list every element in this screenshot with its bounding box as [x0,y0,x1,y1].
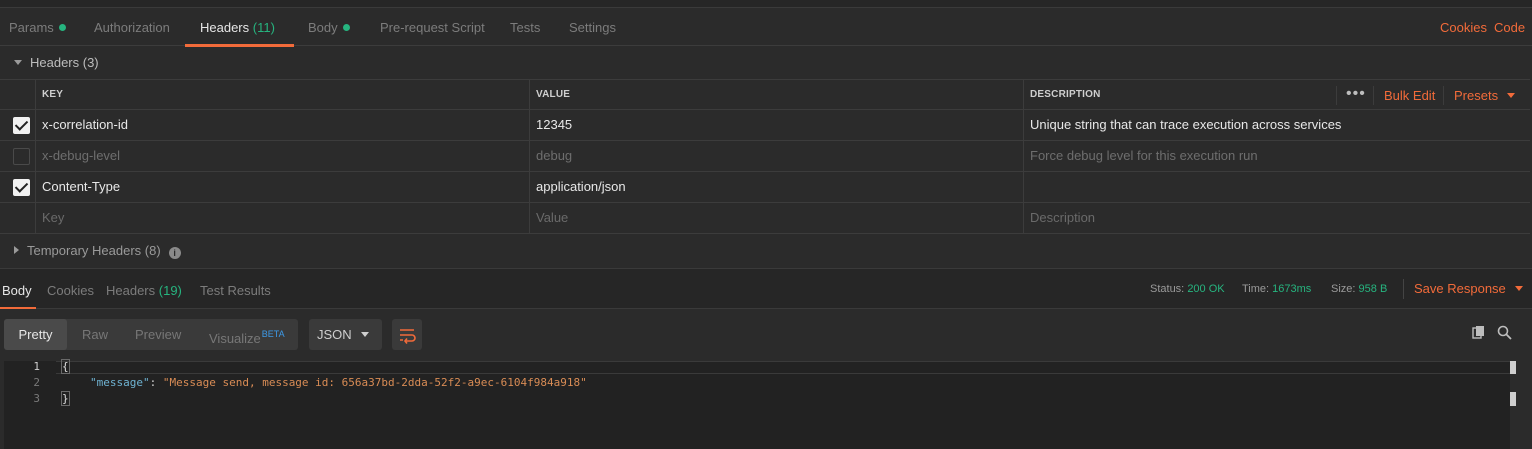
header-key-cell[interactable]: x-debug-level [35,141,529,171]
line-number: 3 [33,392,40,405]
response-body-editor[interactable]: 1 2 3 { "message": "Message send, messag… [4,359,1510,449]
header-value-cell[interactable]: application/json [529,172,1023,202]
expand-right-icon [14,246,19,254]
view-mode-selector: Pretty Raw Preview VisualizeBETA [4,319,298,350]
header-checkbox[interactable] [13,179,30,196]
time-readout: Time: 1673ms [1242,283,1312,295]
line-gutter: 1 2 3 [4,360,56,449]
new-value-input[interactable]: Value [529,203,1023,233]
wrap-lines-icon [400,329,416,344]
current-line-highlight [56,361,1510,374]
code-line: } [61,391,70,407]
save-response-dropdown[interactable]: Save Response [1414,269,1523,309]
new-header-row: Key Value Description [0,203,1530,234]
table-row: x-correlation-id 12345 Unique string tha… [0,110,1530,141]
header-description-cell[interactable]: Unique string that can trace execution a… [1023,110,1530,140]
wrap-lines-button[interactable] [392,319,422,350]
table-row: x-debug-level debug Force debug level fo… [0,141,1530,172]
tab-params[interactable]: Params [9,8,66,46]
line-number: 2 [33,376,40,389]
params-dot-indicator [58,24,66,31]
new-description-input[interactable]: Description [1023,203,1530,233]
search-icon[interactable] [1497,325,1512,340]
top-strip [0,0,1532,8]
info-icon[interactable]: i [168,247,181,259]
code-line: "message": "Message send, message id: 65… [90,375,587,391]
scrollbar-marker [1510,392,1516,406]
tab-response-headers[interactable]: Headers (19) [106,269,182,309]
scrollbar-marker [1510,361,1516,374]
json-key: "message" [90,376,150,389]
request-tabs: Params Authorization Headers (11) Body P… [0,8,1532,47]
tab-test-results[interactable]: Test Results [200,269,271,309]
json-string-value: "Message send, message id: 656a37bd-2dda… [162,376,587,389]
open-brace: { [61,359,70,374]
code-link[interactable]: Code [1494,8,1525,46]
headers-section-toggle[interactable]: Headers (3) [14,46,99,79]
table-header-row: KEY VALUE DESCRIPTION ••• Bulk Edit Pres… [0,79,1530,110]
table-row: Content-Type application/json [0,172,1530,203]
tab-authorization[interactable]: Authorization [94,8,170,46]
column-key: KEY [35,80,529,110]
view-pretty-button[interactable]: Pretty [4,319,67,350]
view-raw-button[interactable]: Raw [82,319,108,350]
column-value: VALUE [529,80,1023,110]
header-checkbox[interactable] [13,117,30,134]
header-checkbox[interactable] [13,148,30,165]
chevron-down-icon [1514,286,1523,291]
header-value-cell[interactable]: debug [529,141,1023,171]
json-colon: : [149,376,163,389]
tab-response-body[interactable]: Body [0,269,36,310]
tab-settings[interactable]: Settings [569,8,616,46]
header-key-cell[interactable]: Content-Type [35,172,529,202]
beta-badge: BETA [261,329,285,339]
copy-icon[interactable] [1472,325,1486,339]
view-preview-button[interactable]: Preview [135,319,181,350]
header-value-cell[interactable]: 12345 [529,110,1023,140]
collapse-down-icon [14,60,22,65]
close-brace: } [61,391,70,406]
header-description-cell[interactable] [1023,172,1530,202]
more-options-icon[interactable]: ••• [1346,80,1366,108]
header-description-cell[interactable]: Force debug level for this execution run [1023,141,1530,171]
tab-headers[interactable]: Headers (11) [185,8,294,47]
new-key-input[interactable]: Key [35,203,529,233]
code-line: { [61,359,70,375]
status-readout: Status: 200 OK [1150,283,1225,295]
chevron-down-icon [361,332,369,337]
format-select[interactable]: JSON [309,319,382,350]
tab-tests[interactable]: Tests [510,8,540,46]
chevron-down-icon [1507,93,1516,98]
tab-pre-request-script[interactable]: Pre-request Script [380,8,485,46]
line-number: 1 [33,360,40,373]
response-toolbar: Pretty Raw Preview VisualizeBETA JSON [0,309,1532,361]
presets-dropdown[interactable]: Presets [1454,80,1516,111]
bulk-edit-button[interactable]: Bulk Edit [1384,80,1435,111]
view-visualize-button[interactable]: VisualizeBETA [209,319,285,350]
cookies-link[interactable]: Cookies [1440,8,1487,46]
body-dot-indicator [342,24,350,31]
temporary-headers-toggle[interactable]: Temporary Headers (8) i [14,236,181,266]
size-readout: Size: 958 B [1331,283,1388,295]
tab-body[interactable]: Body [308,8,350,46]
response-tabs: Body Cookies Headers (19) Test Results S… [0,268,1532,310]
tab-response-cookies[interactable]: Cookies [47,269,94,309]
header-key-cell[interactable]: x-correlation-id [35,110,529,140]
